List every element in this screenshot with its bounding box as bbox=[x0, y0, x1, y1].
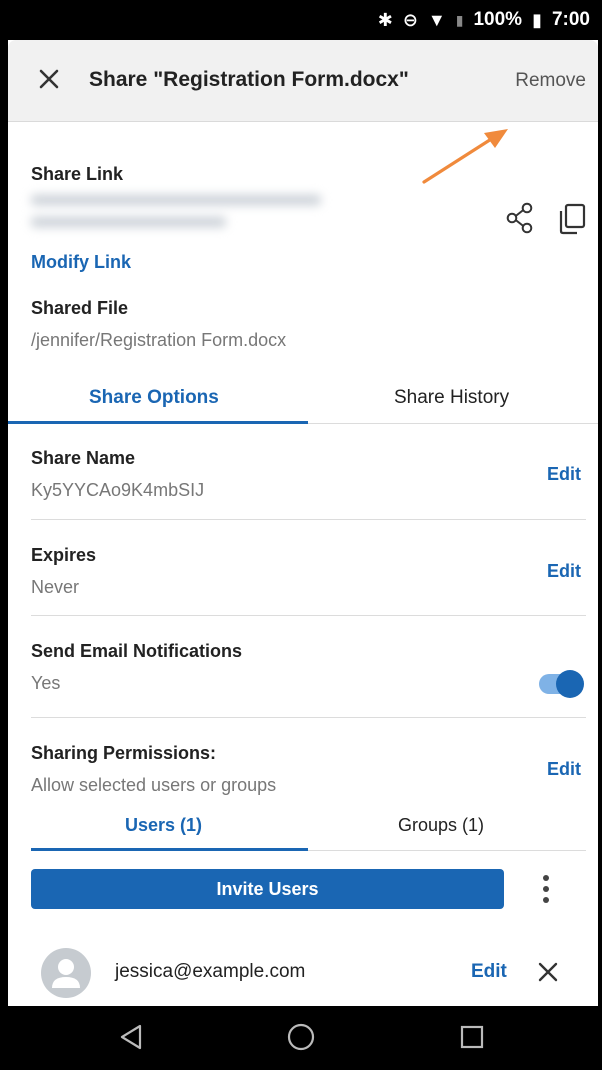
share-name-row: Share Name Ky5YYCAo9K4mbSIJ Edit bbox=[31, 424, 586, 520]
share-sheet: Share "Registration Form.docx" Remove Sh… bbox=[8, 40, 598, 1006]
email-notifications-title: Send Email Notifications bbox=[31, 641, 243, 661]
user-icon bbox=[52, 959, 80, 988]
permissions-tab-bar: Users (1) Groups (1) bbox=[31, 805, 586, 851]
tab-bar: Share Options Share History bbox=[8, 380, 598, 424]
remove-user-icon[interactable] bbox=[536, 960, 560, 984]
back-icon[interactable] bbox=[116, 1022, 146, 1052]
signal-icon: ▮ bbox=[455, 11, 464, 28]
email-notifications-row: Send Email Notifications Yes bbox=[31, 616, 586, 718]
annotation-arrow-icon bbox=[422, 129, 508, 184]
home-icon[interactable] bbox=[286, 1022, 316, 1052]
share-icon[interactable] bbox=[505, 201, 535, 235]
expires-title: Expires bbox=[31, 545, 97, 565]
tab-share-options[interactable]: Share Options bbox=[89, 387, 219, 409]
tab-share-history[interactable]: Share History bbox=[394, 387, 509, 409]
sharing-permissions-edit-button[interactable]: Edit bbox=[547, 759, 581, 780]
share-name-title: Share Name bbox=[31, 448, 136, 468]
remove-button[interactable]: Remove bbox=[515, 70, 586, 92]
sharing-permissions-row: Sharing Permissions: Allow selected user… bbox=[31, 718, 586, 804]
more-options-icon[interactable] bbox=[540, 872, 552, 906]
recents-icon[interactable] bbox=[457, 1022, 487, 1052]
do-not-disturb-icon: ⊖ bbox=[402, 9, 418, 30]
expires-row: Expires Never Edit bbox=[31, 520, 586, 616]
time-text: 7:00 bbox=[551, 9, 590, 30]
sharing-permissions-value: Allow selected users or groups bbox=[31, 775, 277, 795]
modify-link-button[interactable]: Modify Link bbox=[31, 252, 131, 273]
share-link-label: Share Link bbox=[31, 164, 124, 184]
share-link-url-redacted bbox=[31, 195, 331, 247]
header: Share "Registration Form.docx" Remove bbox=[8, 40, 598, 122]
invite-users-button[interactable]: Invite Users bbox=[31, 869, 504, 909]
navigation-bar bbox=[0, 1006, 602, 1070]
bluetooth-icon: ✱ bbox=[377, 9, 393, 30]
battery-text: 100% bbox=[473, 9, 523, 30]
avatar bbox=[41, 948, 91, 998]
sharing-permissions-title: Sharing Permissions: bbox=[31, 743, 217, 763]
list-item: jessica@example.com Edit bbox=[31, 945, 586, 1005]
frame-right bbox=[598, 40, 602, 1006]
expires-edit-button[interactable]: Edit bbox=[547, 561, 581, 582]
frame-left bbox=[0, 40, 8, 1006]
shared-file-path: /jennifer/Registration Form.docx bbox=[31, 330, 287, 350]
close-icon[interactable] bbox=[34, 64, 64, 94]
copy-icon[interactable] bbox=[557, 203, 587, 235]
page-title: Share "Registration Form.docx" bbox=[89, 68, 409, 91]
status-bar: ✱ ⊖ ▼ ▮ 100% ▮ 7:00 bbox=[0, 0, 602, 40]
email-notifications-toggle[interactable] bbox=[539, 670, 584, 698]
shared-file-label: Shared File bbox=[31, 298, 129, 318]
share-name-value: Ky5YYCAo9K4mbSIJ bbox=[31, 480, 205, 500]
expires-value: Never bbox=[31, 577, 80, 597]
tab-groups[interactable]: Groups (1) bbox=[398, 815, 484, 836]
toggle-knob bbox=[556, 670, 584, 698]
wifi-icon: ▼ bbox=[427, 9, 446, 30]
battery-icon: ▮ bbox=[532, 9, 542, 30]
share-name-edit-button[interactable]: Edit bbox=[547, 464, 581, 485]
user-email: jessica@example.com bbox=[115, 961, 306, 982]
user-edit-button[interactable]: Edit bbox=[471, 961, 507, 983]
email-notifications-value: Yes bbox=[31, 673, 61, 693]
tab-users[interactable]: Users (1) bbox=[125, 815, 202, 836]
subtab-active-indicator bbox=[31, 848, 308, 851]
